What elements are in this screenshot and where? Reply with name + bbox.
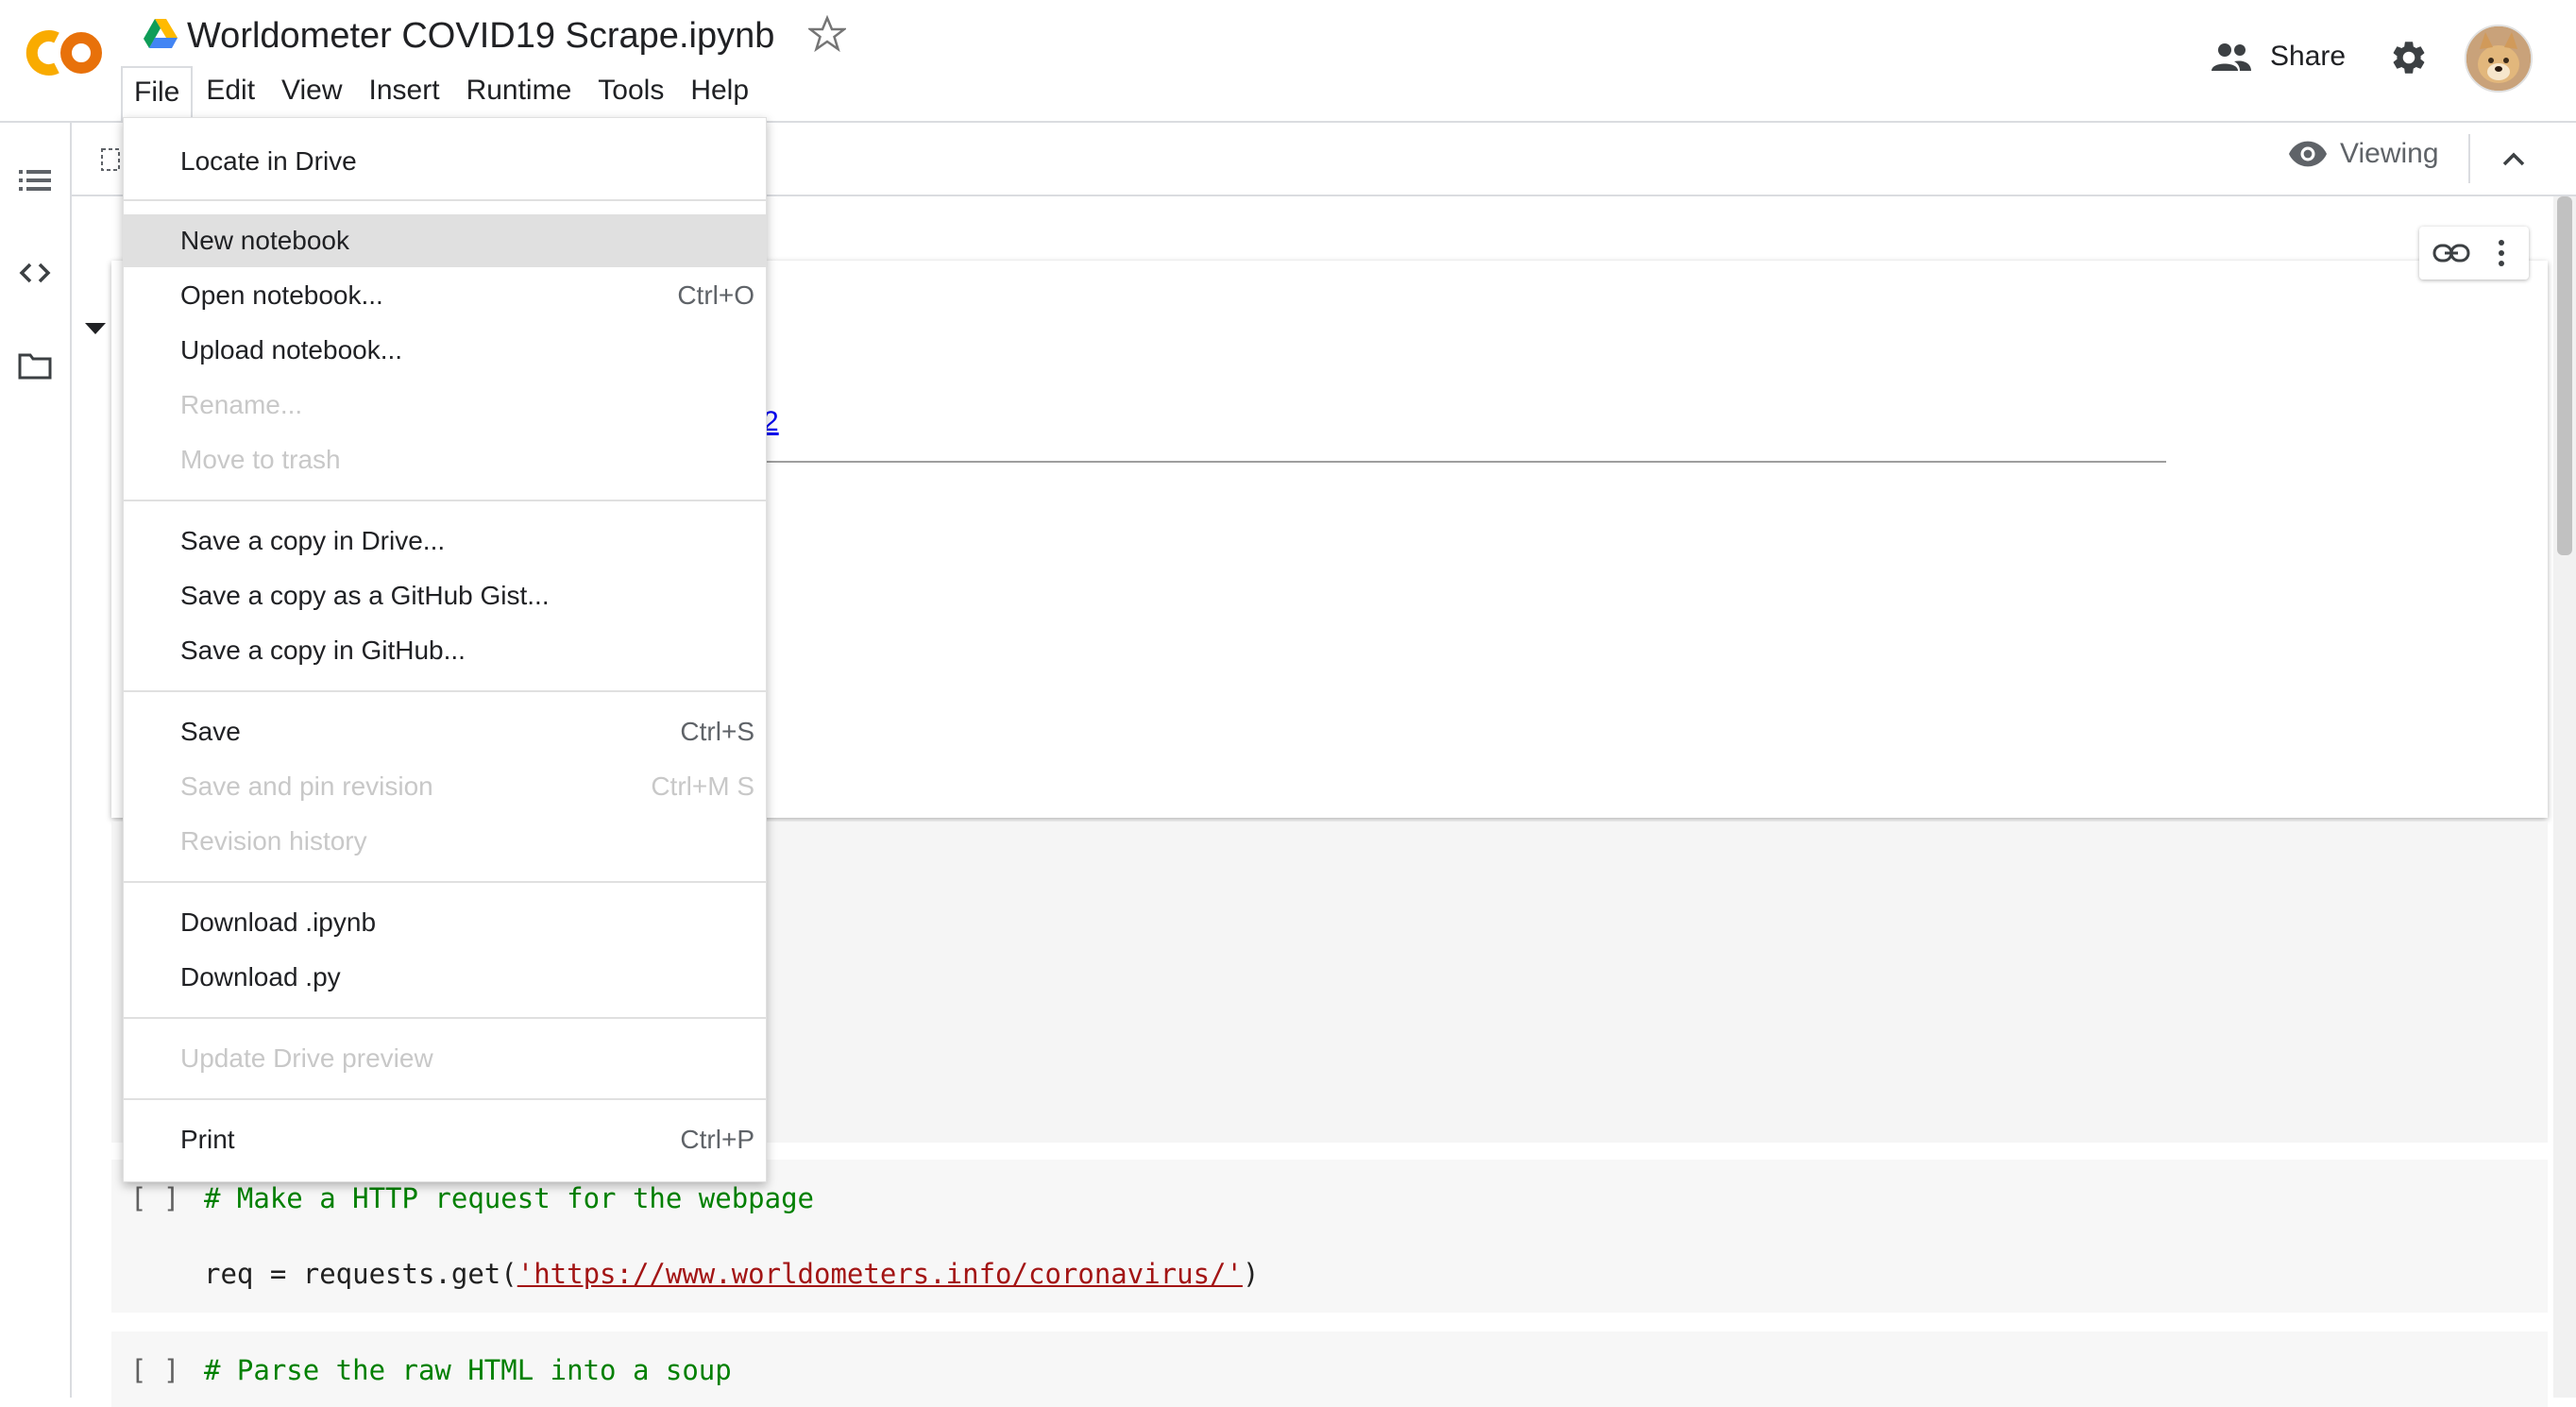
avatar[interactable] xyxy=(2465,25,2533,93)
code-comment: # Parse the raw HTML into a soup xyxy=(204,1354,732,1386)
menu-item-save-copy-gist[interactable]: Save a copy as a GitHub Gist... xyxy=(124,569,766,622)
menu-item-locate-in-drive[interactable]: Locate in Drive xyxy=(124,135,766,188)
menu-item-label: Update Drive preview xyxy=(180,1043,433,1073)
drive-icon[interactable] xyxy=(144,19,178,49)
menu-item-label: Locate in Drive xyxy=(180,146,357,176)
menu-item-shortcut: Ctrl+P xyxy=(680,1125,754,1154)
menu-item-label: Open notebook... xyxy=(180,280,383,310)
code-string: 'https://www.worldometers.info/coronavir… xyxy=(517,1258,1243,1290)
menu-edit[interactable]: Edit xyxy=(193,66,268,119)
folder-icon[interactable] xyxy=(17,348,53,383)
menu-item-rename: Rename... xyxy=(124,379,766,432)
menu-item-revision-history: Revision history xyxy=(124,815,766,868)
run-cell-button[interactable]: [ ] xyxy=(130,1182,179,1214)
horizontal-rule xyxy=(763,461,2166,463)
run-cell-button[interactable]: [ ] xyxy=(130,1354,179,1386)
menu-item-label: New notebook xyxy=(180,226,350,255)
dog-avatar-icon xyxy=(2466,26,2531,91)
menu-item-label: Save a copy in Drive... xyxy=(180,526,446,555)
menu-item-label: Revision history xyxy=(180,826,367,856)
menu-item-label: Download .ipynb xyxy=(180,907,377,937)
menu-item-download-ipynb[interactable]: Download .ipynb xyxy=(124,896,766,949)
menu-runtime[interactable]: Runtime xyxy=(453,66,585,119)
menu-separator xyxy=(124,881,766,883)
colab-logo[interactable] xyxy=(19,23,106,83)
header: Worldometer COVID19 Scrape.ipynb File Ed… xyxy=(0,0,2576,123)
menu-item-label: Save a copy in GitHub... xyxy=(180,636,466,665)
menu-item-save-pin-revision: Save and pin revision Ctrl+M S xyxy=(124,760,766,813)
menu-insert[interactable]: Insert xyxy=(356,66,453,119)
star-icon[interactable] xyxy=(808,15,846,53)
scrollbar-thumb[interactable] xyxy=(2557,196,2572,555)
file-menu-dropdown: Locate in Drive New notebook Open notebo… xyxy=(123,117,767,1182)
code-line: req = requests.get('https://www.worldome… xyxy=(204,1258,1259,1290)
menu-item-shortcut: Ctrl+M S xyxy=(651,771,754,801)
code-text: ) xyxy=(1242,1258,1260,1290)
kebab-icon[interactable] xyxy=(2495,238,2508,268)
eye-icon xyxy=(2289,141,2327,167)
toolbar-divider xyxy=(2468,134,2470,183)
menu-item-new-notebook[interactable]: New notebook xyxy=(124,214,766,267)
section-collapse-triangle-icon[interactable] xyxy=(83,321,108,336)
menu-item-save-copy-github[interactable]: Save a copy in GitHub... xyxy=(124,624,766,677)
notebook-title[interactable]: Worldometer COVID19 Scrape.ipynb xyxy=(187,11,774,60)
vertical-scrollbar[interactable] xyxy=(2553,196,2576,1398)
menu-separator xyxy=(124,199,766,201)
menu-view[interactable]: View xyxy=(268,66,355,119)
gear-icon[interactable] xyxy=(2389,38,2429,77)
menu-item-label: Rename... xyxy=(180,390,303,419)
menu-item-upload-notebook[interactable]: Upload notebook... xyxy=(124,324,766,377)
menu-item-label: Upload notebook... xyxy=(180,335,403,364)
menu-file[interactable]: File xyxy=(121,66,194,121)
menu-bar: File Edit View Insert Runtime Tools Help xyxy=(121,66,762,121)
code-text: req = requests.get( xyxy=(204,1258,517,1290)
toc-icon[interactable] xyxy=(17,162,53,198)
menu-separator xyxy=(124,1017,766,1019)
left-rail xyxy=(0,123,72,1398)
menu-item-print[interactable]: Print Ctrl+P xyxy=(124,1113,766,1166)
share-label: Share xyxy=(2270,41,2347,72)
menu-item-shortcut: Ctrl+S xyxy=(680,717,754,746)
link-icon[interactable] xyxy=(2432,240,2470,266)
menu-item-open-notebook[interactable]: Open notebook... Ctrl+O xyxy=(124,269,766,322)
share-button[interactable]: Share xyxy=(2210,28,2346,85)
menu-item-move-to-trash: Move to trash xyxy=(124,433,766,486)
menu-item-label: Move to trash xyxy=(180,445,341,474)
viewing-label: Viewing xyxy=(2340,138,2439,169)
viewing-mode-button[interactable]: Viewing xyxy=(2289,138,2439,170)
menu-item-label: Save xyxy=(180,717,241,746)
code-cell[interactable]: [ ] # Parse the raw HTML into a soup xyxy=(111,1331,2548,1407)
menu-item-label: Print xyxy=(180,1125,235,1154)
menu-tools[interactable]: Tools xyxy=(585,66,677,119)
chevron-up-icon[interactable] xyxy=(2499,144,2529,174)
menu-item-shortcut: Ctrl+O xyxy=(677,280,754,310)
toolbar-partial-icon[interactable] xyxy=(100,145,121,174)
people-icon xyxy=(2212,43,2251,71)
menu-item-save[interactable]: Save Ctrl+S xyxy=(124,705,766,758)
menu-item-save-copy-drive[interactable]: Save a copy in Drive... xyxy=(124,515,766,568)
code-comment: # Make a HTTP request for the webpage xyxy=(204,1182,815,1214)
menu-separator xyxy=(124,690,766,692)
code-cell[interactable]: [ ] # Make a HTTP request for the webpag… xyxy=(111,1160,2548,1313)
code-snippets-icon[interactable] xyxy=(17,255,53,291)
cell-toolbar xyxy=(2419,227,2529,280)
menu-item-label: Save a copy as a GitHub Gist... xyxy=(180,581,550,610)
menu-item-update-drive-preview: Update Drive preview xyxy=(124,1032,766,1085)
menu-item-label: Download .py xyxy=(180,962,341,992)
menu-help[interactable]: Help xyxy=(677,66,762,119)
menu-separator xyxy=(124,1098,766,1100)
menu-item-label: Save and pin revision xyxy=(180,771,433,801)
menu-separator xyxy=(124,500,766,501)
menu-item-download-py[interactable]: Download .py xyxy=(124,951,766,1004)
